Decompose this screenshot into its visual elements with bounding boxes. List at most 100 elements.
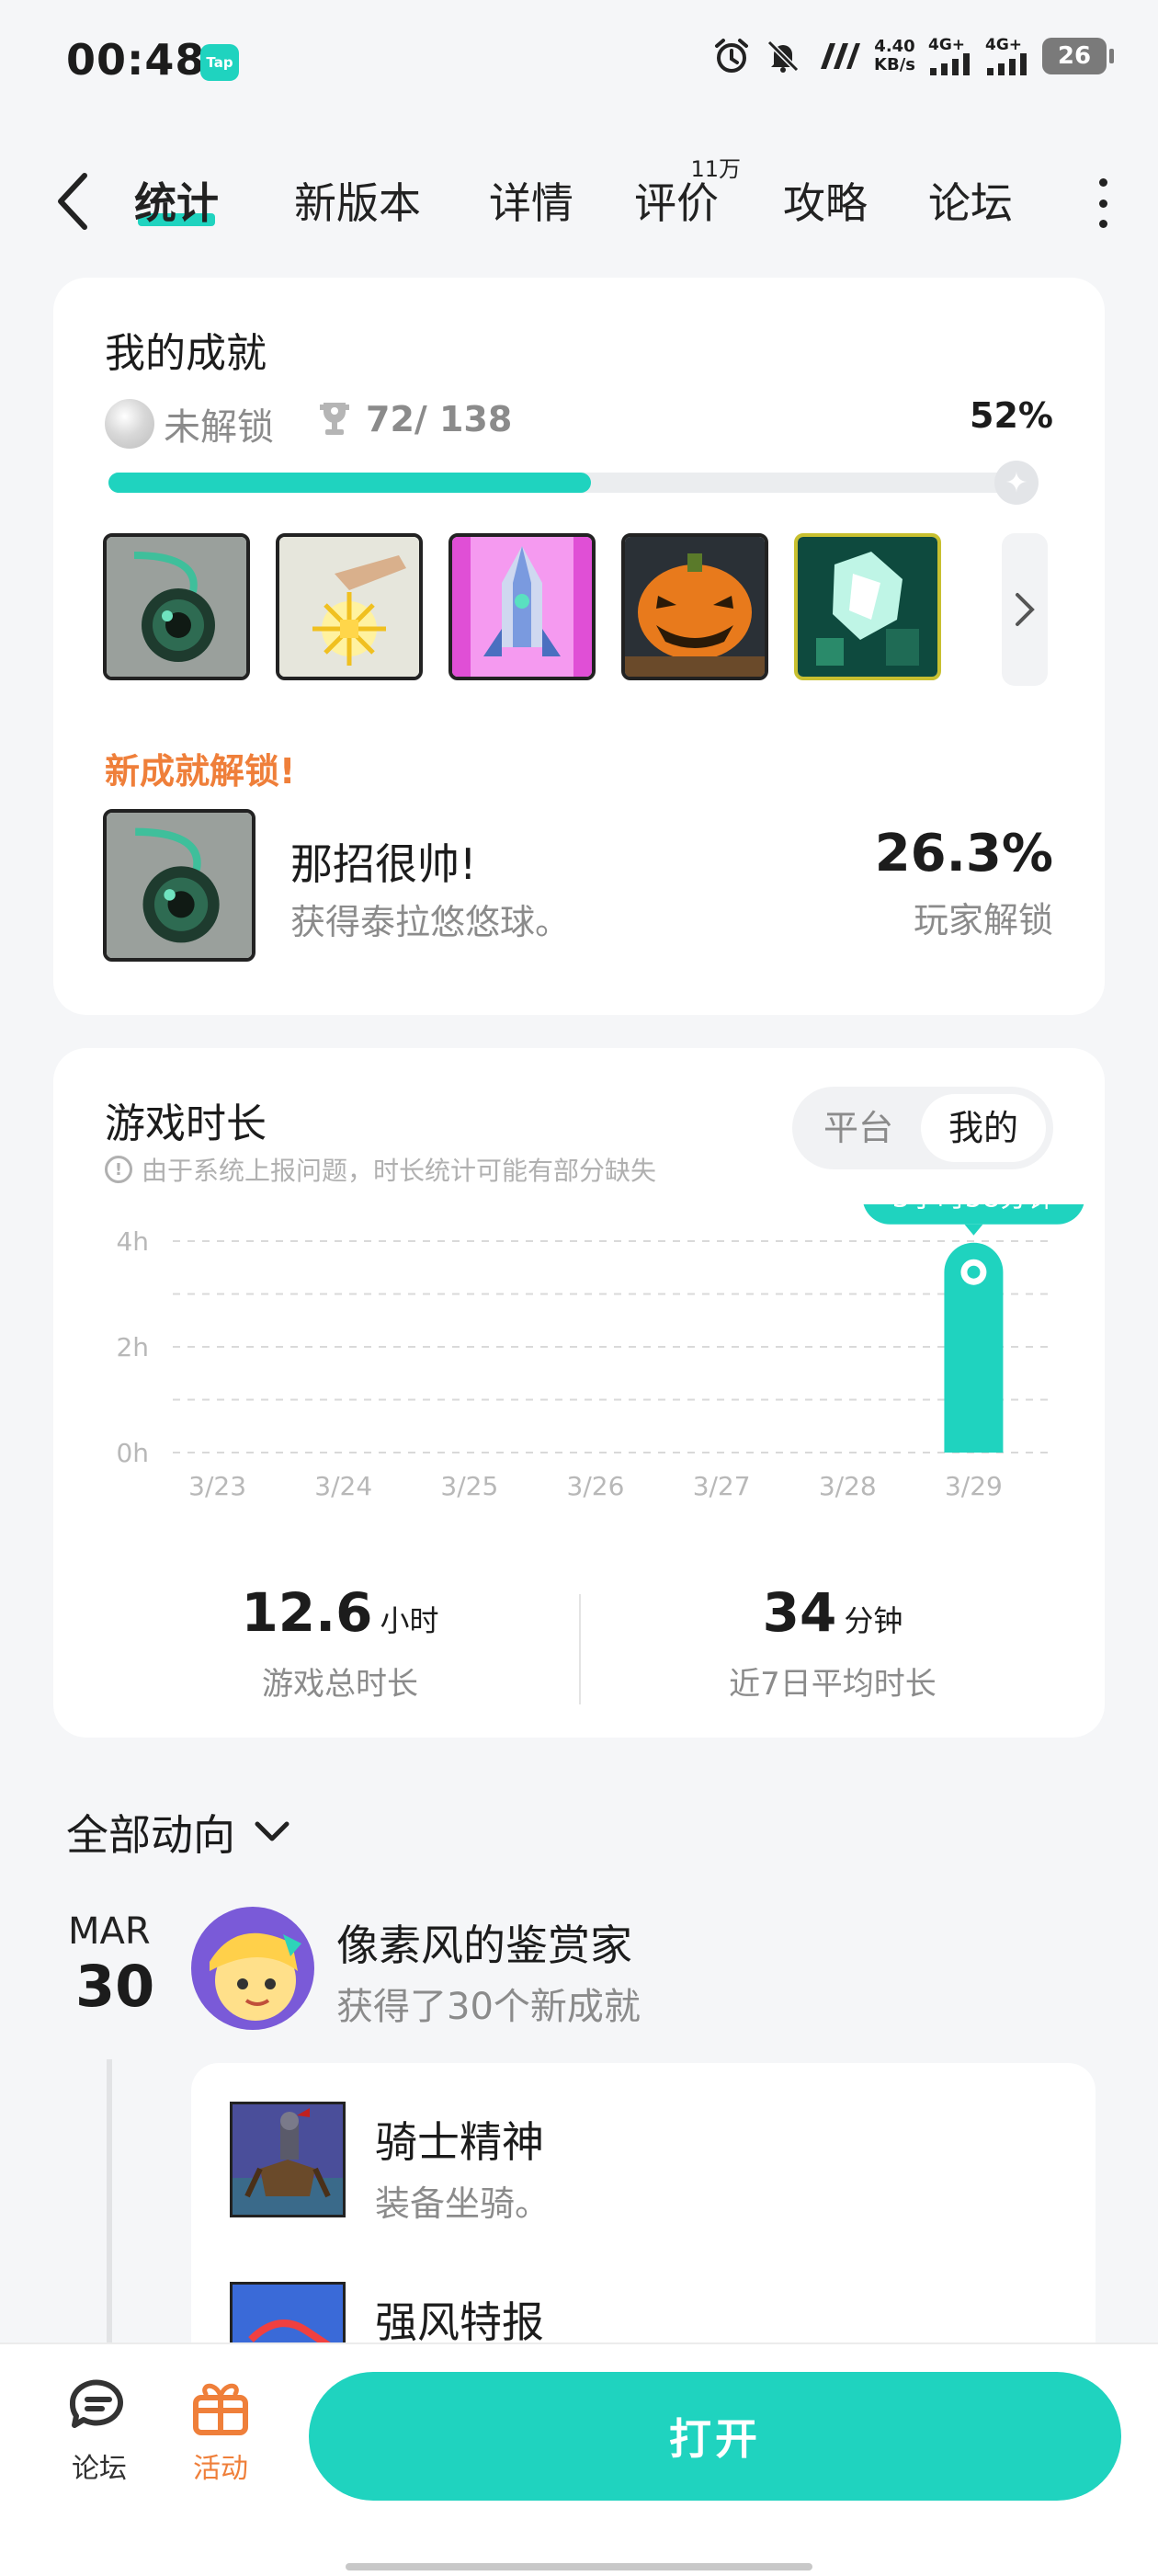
bottom-tab-forum[interactable]: 论坛 [53,2377,145,2486]
feed-action-text: 获得了30个新成就 [336,1986,641,2028]
status-time: 00:48 [66,35,206,85]
nfc-icon [815,40,861,73]
new-achievement-name: 那招很帅! [290,839,477,889]
achievements-card[interactable]: 我的成就 未解锁 72/ 138 52% ✦ 新成就解锁! 那招很帅! 获得泰拉… [53,278,1105,1015]
new-achievement-player-percent: 26.3% [874,824,1053,883]
x-tick-label: 3/28 [819,1471,877,1501]
progress-end-gem-icon: ✦ [994,461,1039,505]
chart-tooltip-pointer [964,1224,983,1236]
achievement-progress-text: 72/ 138 [366,399,513,439]
feed-username[interactable]: 像素风的鉴赏家 [336,1912,632,1973]
tab-new-version[interactable]: 新版本 [294,171,421,235]
achievement-progress-fill [108,473,592,493]
total-playtime-value: 12.6 [241,1581,373,1644]
x-tick-label: 3/26 [567,1471,625,1501]
x-tick-label: 3/29 [945,1471,1003,1501]
tab-guides[interactable]: 攻略 [783,171,868,235]
new-achievement-yoyo-icon[interactable] [103,809,255,962]
achievement-count: 72/ 138 [316,399,512,439]
y-tick-label: 2h [116,1332,149,1362]
tab-statistics[interactable]: 统计 [134,171,219,235]
tab-reviews[interactable]: 评价 11万 [634,158,741,235]
status-icons: 4.40 KB/s 4G+ 4G+ 26 [712,37,1114,75]
achievement-thumbnails [103,533,941,680]
locked-gem-icon [105,399,154,449]
y-tick-label: 0h [116,1438,149,1468]
tab-forum[interactable]: 论坛 [928,171,1018,235]
golden-hand-icon[interactable] [276,533,423,680]
tab-reviews-label: 评价 [634,178,719,228]
crystal-icon[interactable] [794,533,941,680]
segment-platform[interactable]: 平台 [800,1094,917,1162]
feed-date-day: 30 [75,1953,155,2020]
feed-item-name: 强风特报 [375,2297,544,2347]
average-playtime-label: 近7日平均时长 [729,1666,937,1703]
x-tick-label: 3/27 [693,1471,751,1501]
playtime-segment-control: 平台 我的 [792,1087,1053,1169]
network-speed: 4.40 KB/s [874,37,915,74]
forum-label: 论坛 [72,2453,127,2485]
alarm-icon [712,37,751,75]
feed-item-name: 骑士精神 [375,2117,544,2167]
tab-statistics-label: 统计 [134,178,219,228]
playtime-notice-text: 由于系统上报问题，时长统计可能有部分缺失 [142,1156,657,1186]
back-button[interactable] [55,169,101,234]
feed-header-label: 全部动向 [66,1810,235,1860]
x-tick-label: 3/23 [188,1471,246,1501]
timeline-line [107,2059,112,2354]
feed-date-month: MAR [68,1910,151,1953]
signal-2-icon: 4G+ [985,37,1029,75]
playtime-stats: 12.6 小时 游戏总时长 34 分钟 近7日平均时长 [53,1581,1105,1728]
pumpkin-icon[interactable] [621,533,768,680]
trophy-icon [320,403,349,435]
x-tick-label: 3/24 [314,1471,372,1501]
tab-details[interactable]: 详情 [489,171,573,235]
mute-bell-icon [764,37,802,75]
rocket-icon[interactable] [448,533,596,680]
yoyo-icon[interactable] [103,533,250,680]
list-item[interactable]: 骑士精神 装备坐骑。 [230,2102,550,2224]
chart-bar-marker-dot [967,1265,981,1279]
average-playtime-unit: 分钟 [844,1603,903,1638]
playtime-notice: ! 由于系统上报问题，时长统计可能有部分缺失 [105,1151,656,1188]
locked-indicator: 未解锁 [105,397,274,450]
status-bar: 00:48 Tap 4.40 KB/s 4G+ 4G+ 26 [0,0,1158,120]
achievement-progress-bar: ✦ [108,461,1039,505]
playtime-card: 游戏时长 平台 我的 ! 由于系统上报问题，时长统计可能有部分缺失 0h 2h 4h… [53,1048,1105,1738]
reviews-count-badge: 11万 [690,156,741,182]
gift-icon [193,2383,248,2435]
playtime-title: 游戏时长 [105,1100,267,1147]
average-playtime: 34 分钟 近7日平均时长 [594,1581,1072,1704]
feed-filter-dropdown[interactable]: 全部动向 [66,1802,292,1863]
total-playtime-label: 游戏总时长 [262,1666,418,1703]
y-tick-label: 4h [116,1226,149,1257]
playtime-chart: 0h 2h 4h 3/23 3/24 3/25 3/26 3/27 3/28 3/29 3小时58分… [116,1204,1084,1501]
forum-chat-icon [69,2379,123,2428]
knight-achievement-icon [230,2102,346,2217]
x-tick-label: 3/25 [440,1471,498,1501]
chevron-right-icon [1016,593,1035,626]
locked-label: 未解锁 [164,406,274,449]
new-achievement-percent-label: 玩家解锁 [913,900,1053,940]
info-icon: ! [105,1156,132,1183]
thumbnails-next-button[interactable] [1002,533,1048,686]
new-achievement-desc: 获得泰拉悠悠球。 [290,902,571,942]
chevron-down-icon [255,1821,290,1841]
taptap-notification-icon: Tap [200,44,239,81]
achievements-title: 我的成就 [105,330,267,377]
avatar[interactable] [191,1907,314,2030]
home-indicator [346,2563,812,2570]
bottom-tab-activity[interactable]: 活动 [175,2377,267,2486]
bottom-action-bar: 论坛 活动 打开 [0,2342,1158,2576]
stats-divider [579,1594,581,1704]
activity-label: 活动 [193,2453,248,2485]
new-unlock-label: 新成就解锁! [105,751,296,792]
total-playtime: 12.6 小时 游戏总时长 [101,1581,579,1704]
more-options-button[interactable] [1094,178,1112,228]
total-playtime-unit: 小时 [380,1603,439,1638]
segment-mine[interactable]: 我的 [921,1094,1046,1162]
open-game-button[interactable]: 打开 [309,2372,1121,2501]
top-tab-bar: 统计 新版本 详情 评价 11万 攻略 论坛 [0,156,1158,248]
average-playtime-value: 34 [762,1581,837,1644]
feed-item-desc: 装备坐骑。 [375,2183,551,2224]
